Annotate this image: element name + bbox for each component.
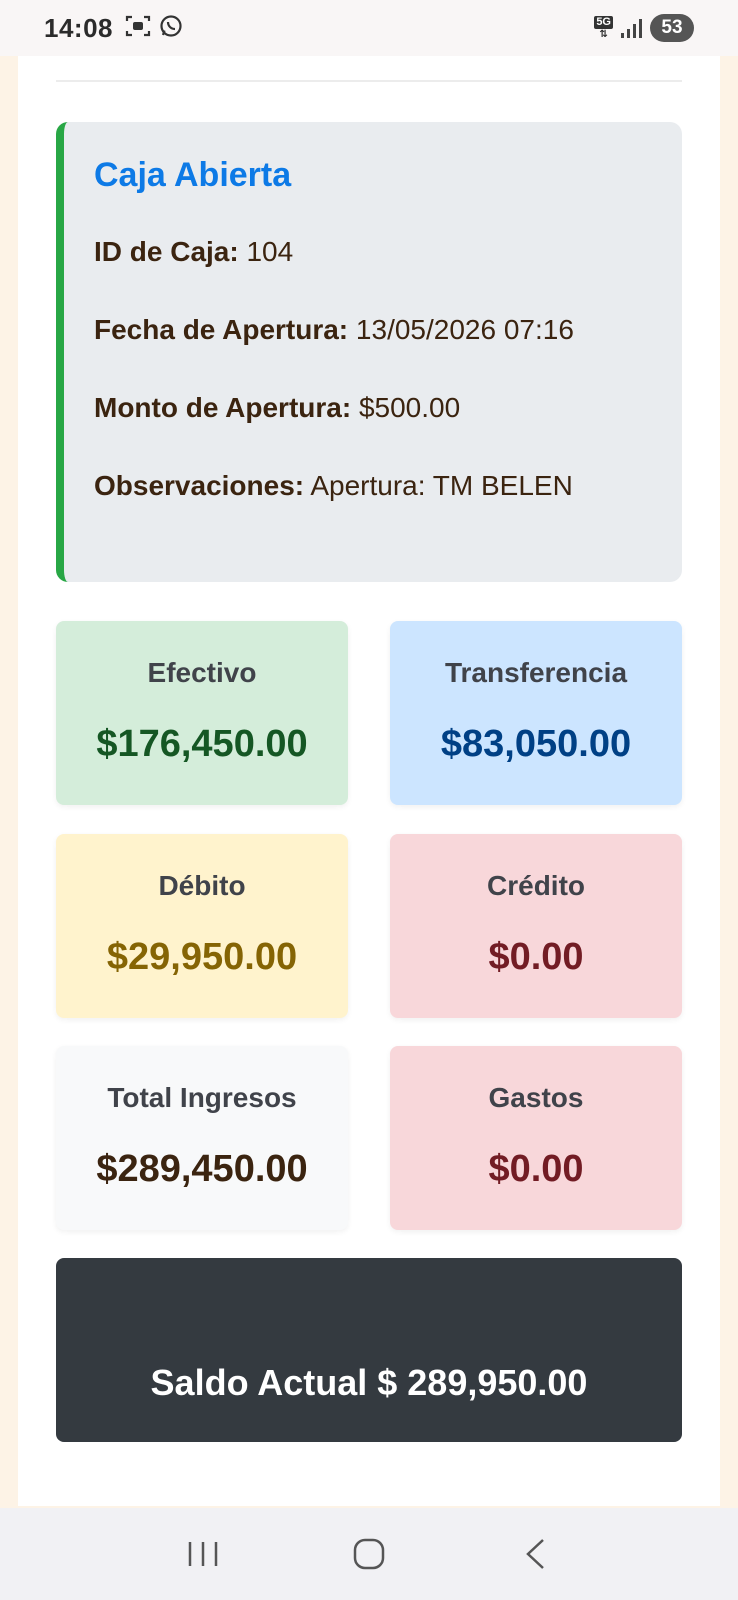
stat-total-ingresos: Total Ingresos $289,450.00 xyxy=(56,1046,348,1230)
divider xyxy=(56,80,682,82)
home-button[interactable] xyxy=(339,1524,399,1584)
stat-label: Transferencia xyxy=(444,657,628,688)
info-value: Apertura: TM BELEN xyxy=(310,470,573,501)
recent-apps-icon xyxy=(188,1542,218,1566)
stat-credito: Crédito $0.00 xyxy=(390,834,682,1018)
stat-value: $289,450.00 xyxy=(96,1148,308,1190)
stat-value: $0.00 xyxy=(488,1148,584,1190)
network-5g-icon: 5G ⇅ xyxy=(594,16,613,40)
info-label: Observaciones: xyxy=(94,470,305,501)
stat-gastos: Gastos $0.00 xyxy=(390,1046,682,1230)
info-label: ID de Caja: xyxy=(94,236,239,267)
info-value: 104 xyxy=(246,236,294,267)
whatsapp-icon xyxy=(159,14,183,43)
stat-value: $0.00 xyxy=(488,936,584,978)
recent-apps-button[interactable] xyxy=(173,1524,233,1584)
stat-efectivo: Efectivo $176,450.00 xyxy=(56,621,348,805)
stat-label: Total Ingresos xyxy=(107,1082,297,1113)
saldo-actual-text: Saldo Actual $ 289,950.00 xyxy=(150,1362,588,1403)
stat-value: $176,450.00 xyxy=(96,723,308,765)
stat-debito: Débito $29,950.00 xyxy=(56,834,348,1018)
status-time: 14:08 xyxy=(44,12,113,43)
stat-label: Débito xyxy=(158,870,246,901)
info-row-observaciones: Observaciones: Apertura: TM BELEN xyxy=(94,469,652,547)
battery-icon: 53 xyxy=(650,14,694,42)
back-icon xyxy=(526,1539,544,1569)
system-nav-bar xyxy=(0,1508,738,1600)
info-row-monto: Monto de Apertura: $500.00 xyxy=(94,391,652,469)
home-icon xyxy=(353,1538,385,1570)
info-row-id: ID de Caja: 104 xyxy=(94,235,652,313)
saldo-actual-panel: Saldo Actual $ 289,950.00 xyxy=(56,1258,682,1442)
stat-value: $83,050.00 xyxy=(440,723,632,765)
stat-value: $29,950.00 xyxy=(106,936,298,978)
caja-info-card: Caja Abierta ID de Caja: 104 Fecha de Ap… xyxy=(56,122,682,582)
signal-icon xyxy=(621,18,642,38)
status-bar: 14:08 5G ⇅ 53 xyxy=(0,0,738,56)
stat-label: Gastos xyxy=(488,1082,584,1113)
info-value: 13/05/2026 07:16 xyxy=(355,314,574,345)
stat-label: Efectivo xyxy=(147,657,257,688)
info-label: Monto de Apertura: xyxy=(94,392,352,423)
stat-transferencia: Transferencia $83,050.00 xyxy=(390,621,682,805)
back-button[interactable] xyxy=(505,1524,565,1584)
screenshot-icon xyxy=(125,15,151,42)
stat-label: Crédito xyxy=(487,870,585,901)
info-value: $500.00 xyxy=(358,392,461,423)
page-content: Caja Abierta ID de Caja: 104 Fecha de Ap… xyxy=(18,56,720,1506)
caja-title: Caja Abierta xyxy=(94,156,292,194)
info-row-fecha: Fecha de Apertura: 13/05/2026 07:16 xyxy=(94,313,652,391)
info-label: Fecha de Apertura: xyxy=(94,314,349,345)
